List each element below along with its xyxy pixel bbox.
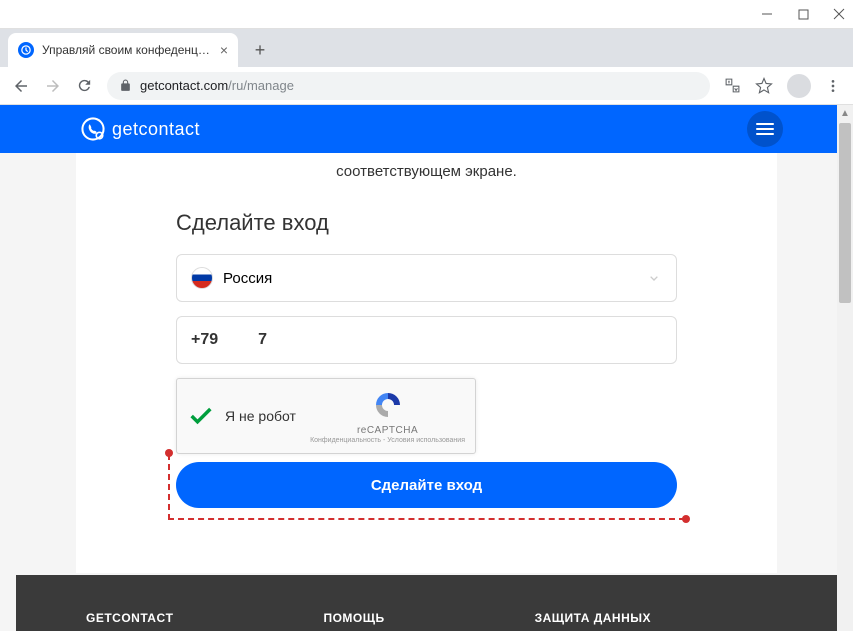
logo-icon: [80, 116, 106, 142]
footer-col-brand[interactable]: GETCONTACT: [86, 611, 173, 625]
minimize-icon[interactable]: [761, 8, 773, 20]
close-icon[interactable]: [833, 8, 845, 20]
window-titlebar: [0, 0, 853, 29]
lock-icon: [119, 79, 132, 92]
checkmark-icon: [187, 402, 215, 430]
tab-bar: Управляй своим конфеденциал × +: [0, 29, 853, 67]
menu-icon[interactable]: [825, 78, 841, 94]
profile-avatar[interactable]: [787, 74, 811, 98]
country-name: Россия: [223, 270, 272, 287]
hamburger-icon: [756, 122, 774, 136]
url-text: getcontact.com/ru/manage: [140, 78, 294, 93]
scroll-thumb[interactable]: [839, 123, 851, 303]
country-select[interactable]: Россия: [176, 254, 677, 302]
footer-col-help[interactable]: ПОМОЩЬ: [323, 611, 384, 625]
viewport: getcontact соответствующем экране. Сдела…: [0, 105, 853, 631]
recaptcha-widget[interactable]: Я не робот reCAPTCHA Конфиденциальность …: [176, 378, 476, 454]
favicon-icon: [18, 42, 34, 58]
maximize-icon[interactable]: [797, 8, 809, 20]
recaptcha-logo-icon: [372, 389, 404, 421]
brand-text: getcontact: [112, 119, 200, 140]
submit-button[interactable]: Сделайте вход: [176, 462, 677, 508]
login-card: соответствующем экране. Сделайте вход Ро…: [76, 153, 777, 573]
scrollbar[interactable]: ▲: [837, 105, 853, 631]
tab-close-icon[interactable]: ×: [220, 42, 228, 58]
forward-button[interactable]: [44, 77, 62, 95]
footer-col-privacy[interactable]: ЗАЩИТА ДАННЫХ: [535, 611, 651, 625]
site-logo[interactable]: getcontact: [80, 116, 200, 142]
site-footer: GETCONTACT ПОМОЩЬ ЗАЩИТА ДАННЫХ: [16, 575, 837, 631]
reload-button[interactable]: [76, 77, 93, 94]
scroll-up-icon[interactable]: ▲: [837, 105, 853, 121]
browser-tab[interactable]: Управляй своим конфеденциал ×: [8, 33, 238, 67]
tab-title: Управляй своим конфеденциал: [42, 43, 212, 57]
translate-icon[interactable]: [724, 77, 741, 94]
phone-suffix: 7: [258, 331, 267, 349]
phone-prefix: +79: [191, 331, 218, 349]
site-header: getcontact: [0, 105, 853, 153]
address-bar: getcontact.com/ru/manage: [0, 67, 853, 105]
chevron-down-icon: [646, 270, 662, 286]
back-button[interactable]: [12, 77, 30, 95]
bookmark-icon[interactable]: [755, 77, 773, 95]
menu-button[interactable]: [747, 111, 783, 147]
url-input[interactable]: getcontact.com/ru/manage: [107, 72, 710, 100]
flag-russia-icon: [191, 267, 213, 289]
phone-input[interactable]: +79 7: [176, 316, 677, 364]
subtitle-text: соответствующем экране.: [176, 163, 677, 180]
new-tab-button[interactable]: +: [246, 36, 274, 64]
login-heading: Сделайте вход: [176, 210, 677, 236]
recaptcha-label: Я не робот: [225, 408, 310, 424]
recaptcha-branding: reCAPTCHA Конфиденциальность - Условия и…: [310, 389, 465, 444]
